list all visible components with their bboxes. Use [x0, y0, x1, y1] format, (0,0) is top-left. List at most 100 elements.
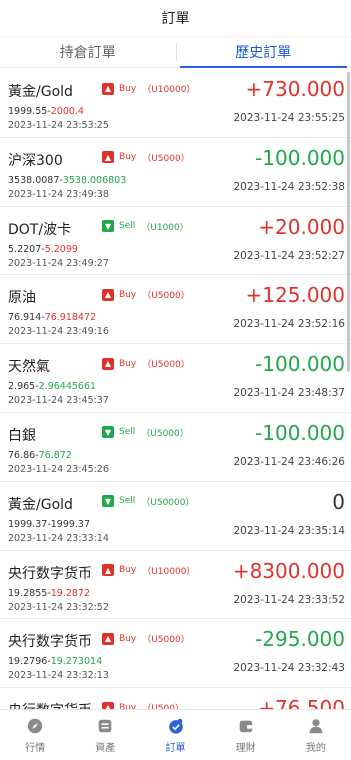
- close-time: 2023-11-24 23:48:37: [233, 387, 345, 400]
- order-prices: 19.2855-19.2872: [8, 587, 91, 599]
- order-side-badge: ▲ Buy （U10000）: [102, 564, 195, 577]
- order-amount: （U10000）: [142, 85, 196, 95]
- order-side-label: Buy: [119, 152, 137, 163]
- order-side-label: Buy: [119, 289, 137, 300]
- order-side-label: Sell: [119, 221, 136, 232]
- order-prices: 76.914-76.918472: [8, 312, 97, 324]
- order-prices: 76.86-76.872: [8, 449, 72, 461]
- order-row[interactable]: 黃金/Gold ▲ Buy （U10000） 1999.55-2000.4 2023-11…: [0, 69, 351, 138]
- arrow-up-icon: ▲: [102, 288, 114, 301]
- nav-item-market[interactable]: 行情: [0, 710, 70, 760]
- order-pnl: +8300.000: [232, 558, 345, 583]
- order-side-badge: ▲Buy（U500）: [102, 701, 184, 709]
- close-time: 2023-11-24 23:32:43: [233, 662, 345, 675]
- order-icon: [168, 718, 183, 734]
- order-side-badge: ▲ Buy （U5000）: [102, 288, 190, 301]
- open-price: 19.2796: [8, 656, 48, 668]
- order-side-label: Sell: [119, 427, 136, 438]
- close-time: 2023-11-24 23:46:26: [233, 455, 345, 468]
- order-symbol: 央行数字货币: [8, 700, 92, 709]
- order-row[interactable]: DOT/波卡 ▼ Sell （U1000） 5.2207-5.2099 2023-11-2…: [0, 207, 351, 276]
- page-header: 訂單: [0, 0, 351, 37]
- arrow-down-icon: ▼: [102, 220, 114, 233]
- order-prices: 3538.0087-3538.006803: [8, 174, 127, 186]
- open-price: 19.2855: [8, 587, 48, 599]
- order-prices: 2.965-2.96445661: [8, 381, 97, 393]
- arrow-up-icon: ▲: [102, 564, 114, 577]
- order-side-badge: ▲ Buy （U5000）: [102, 357, 190, 370]
- arrow-up-icon: ▲: [102, 632, 114, 645]
- order-amount: （U5000）: [142, 291, 190, 302]
- nav-label: 資產: [95, 742, 116, 754]
- open-time: 2023-11-24 23:53:25: [8, 120, 109, 131]
- open-price: 5.2207: [8, 243, 42, 255]
- close-time: 2023-11-24 23:52:27: [233, 249, 345, 262]
- open-price: 2.965: [8, 381, 36, 393]
- order-pnl: -100.000: [255, 352, 345, 377]
- order-pnl: 0: [332, 489, 345, 514]
- close-price: 2.96445661: [38, 381, 97, 393]
- order-pnl: +125.000: [245, 283, 345, 308]
- order-symbol: 白銀: [8, 427, 36, 444]
- arrow-up-icon: ▲: [102, 701, 114, 709]
- close-time: 2023-11-24 23:52:16: [233, 318, 345, 331]
- open-price: 1999.37: [8, 518, 48, 530]
- order-row[interactable]: 白銀 ▼ Sell （U5000） 76.86-76.872 2023-11-24 23:…: [0, 413, 351, 482]
- order-symbol: 天然氣: [8, 359, 50, 376]
- compass-icon: [27, 718, 43, 733]
- nav-label: 理財: [235, 742, 256, 754]
- order-amount: （U5000）: [142, 360, 190, 371]
- open-time: 2023-11-24 23:49:27: [8, 257, 109, 269]
- close-time: 2023-11-24 23:35:14: [233, 524, 345, 537]
- order-symbol: 黃金/Gold: [8, 84, 73, 100]
- close-time: 2023-11-24 23:55:25: [233, 112, 345, 124]
- arrow-up-icon: ▲: [102, 357, 114, 370]
- arrow-up-icon: ▲: [102, 151, 114, 164]
- close-time: 2023-11-24 23:52:38: [233, 180, 345, 193]
- open-price: 76.914: [8, 312, 42, 324]
- order-prices: 19.2796-19.273014: [8, 656, 103, 668]
- nav-item-orders[interactable]: 訂單: [140, 710, 210, 760]
- order-row[interactable]: 天然氣 ▲ Buy （U5000） 2.965-2.96445661 2023-11-24…: [0, 344, 351, 413]
- close-price: 19.273014: [50, 656, 103, 668]
- order-symbol: 央行数字货币: [8, 565, 92, 582]
- order-row[interactable]: 央行数字货币 ▲Buy（U500） +76.500: [0, 688, 351, 709]
- nav-item-profile[interactable]: 我的: [281, 710, 351, 760]
- order-side-badge: ▼ Sell （U5000）: [102, 426, 189, 439]
- order-row[interactable]: 央行数字货币 ▲ Buy （U5000） 19.2796-19.273014 2023-1…: [0, 619, 351, 689]
- close-price: 5.2099: [44, 243, 78, 255]
- close-price: 19.2872: [50, 587, 91, 599]
- order-side-label: Buy: [119, 633, 137, 644]
- close-price: 3538.006803: [62, 174, 127, 186]
- order-amount: （U1000）: [141, 222, 189, 233]
- order-prices: 1999.55-2000.4: [8, 106, 84, 117]
- nav-item-finance[interactable]: 理財: [211, 710, 281, 760]
- order-amount: （U50000）: [141, 497, 195, 508]
- nav-label: 行情: [25, 742, 46, 754]
- nav-item-assets[interactable]: 資產: [70, 710, 140, 760]
- order-tabs: 持倉訂單 歷史訂單: [0, 37, 351, 68]
- order-amount: （U5000）: [142, 153, 190, 164]
- open-price: 76.86: [8, 449, 36, 461]
- open-time: 2023-11-24 23:49:38: [8, 188, 109, 200]
- order-side-badge: ▲ Buy （U5000）: [102, 151, 190, 164]
- order-side-label: Buy: [119, 358, 137, 369]
- order-symbol: 沪深300: [8, 152, 63, 169]
- order-pnl: -100.000: [255, 145, 345, 170]
- open-price: 1999.55: [8, 106, 48, 117]
- order-prices: 5.2207-5.2099: [8, 243, 78, 255]
- order-symbol: 原油: [8, 290, 36, 307]
- wallet-card-icon: [98, 719, 112, 732]
- tab-open-orders[interactable]: 持倉訂單: [0, 37, 176, 67]
- list-scrollbar[interactable]: [347, 72, 350, 372]
- close-price: 1999.37: [50, 518, 91, 530]
- order-row[interactable]: 沪深300 ▲ Buy （U5000） 3538.0087-3538.006803 202…: [0, 138, 351, 207]
- order-pnl: -295.000: [255, 627, 345, 652]
- order-list[interactable]: 黃金/Gold ▲ Buy （U10000） 1999.55-2000.4 2023-11…: [0, 69, 351, 709]
- tab-history-orders[interactable]: 歷史訂單: [175, 37, 351, 68]
- nav-label: 訂單: [165, 742, 186, 754]
- order-side-badge: ▼ Sell （U50000）: [102, 495, 194, 508]
- order-row[interactable]: 原油 ▲ Buy （U5000） 76.914-76.918472 2023-11-24 …: [0, 275, 351, 345]
- order-row[interactable]: 黃金/Gold ▼ Sell （U50000） 1999.37-1999.37 2023-…: [0, 482, 351, 551]
- order-row[interactable]: 央行数字货币 ▲ Buy （U10000） 19.2855-19.2872 2023-11…: [0, 551, 351, 620]
